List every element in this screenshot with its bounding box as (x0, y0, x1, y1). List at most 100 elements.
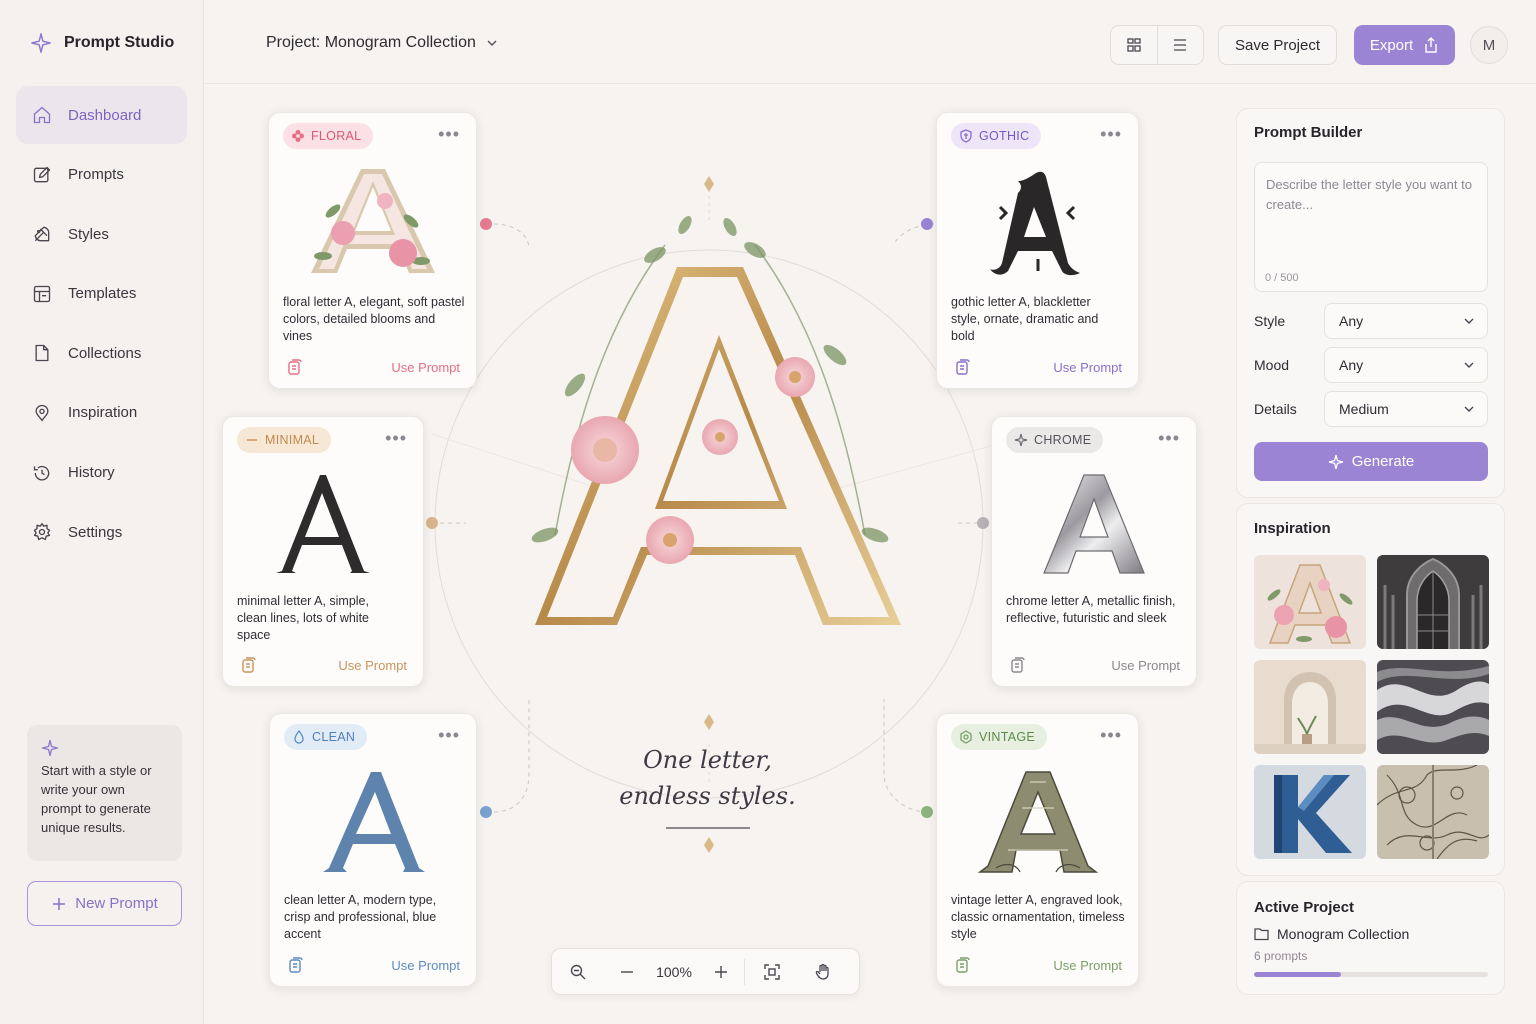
card-description: minimal letter A, simple, clean lines, l… (237, 594, 370, 642)
use-prompt-button[interactable]: Use Prompt (391, 360, 460, 375)
lightbulb-icon (35, 404, 49, 422)
fit-screen-button[interactable] (745, 949, 799, 994)
card-description: floral letter A, elegant, soft pastel co… (283, 295, 465, 343)
inspiration-thumb-floral[interactable] (1254, 555, 1366, 649)
use-prompt-button[interactable]: Use Prompt (1053, 958, 1122, 973)
inspiration-thumb-gothic-arch[interactable] (1377, 555, 1489, 649)
sidebar-item-history[interactable]: History (16, 444, 187, 502)
floral-letter-preview (269, 161, 476, 279)
tag-label: FLORAL (311, 129, 362, 143)
brand[interactable]: Prompt Studio (30, 32, 174, 54)
new-prompt-button[interactable]: New Prompt (27, 881, 182, 926)
copy-icon[interactable] (239, 656, 257, 674)
sidebar-item-label: Styles (68, 225, 109, 243)
chevron-down-icon (1464, 362, 1474, 368)
copy-icon[interactable] (1008, 656, 1026, 674)
pan-tool-button[interactable] (799, 949, 847, 994)
edit-icon (33, 166, 51, 182)
card-description: chrome letter A, metallic finish, reflec… (1006, 594, 1176, 625)
minus-icon (621, 970, 633, 973)
details-label: Details (1254, 401, 1297, 417)
sidebar-item-styles[interactable]: Styles (16, 205, 187, 263)
sidebar-item-dashboard[interactable]: Dashboard (16, 86, 187, 144)
share-icon (1425, 37, 1437, 53)
use-prompt-button[interactable]: Use Prompt (391, 958, 460, 973)
copy-icon[interactable] (953, 358, 971, 376)
inspiration-thumb-engraved[interactable] (1377, 765, 1489, 859)
inspiration-title: Inspiration (1254, 520, 1331, 537)
zoom-level: 100% (656, 963, 692, 980)
more-options-button[interactable]: ••• (1158, 429, 1180, 447)
more-options-button[interactable]: ••• (1100, 125, 1122, 143)
use-prompt-button[interactable]: Use Prompt (338, 658, 407, 673)
avatar[interactable]: M (1470, 26, 1508, 64)
zoom-in-button[interactable] (698, 949, 744, 994)
tag-floral: FLORAL (283, 123, 374, 149)
use-prompt-button[interactable]: Use Prompt (1053, 360, 1122, 375)
copy-icon[interactable] (953, 956, 971, 974)
gear-icon (33, 523, 51, 541)
tag-label: GOTHIC (979, 129, 1030, 143)
plus-icon (715, 965, 727, 978)
generate-button[interactable]: Generate (1254, 442, 1488, 481)
style-card-clean[interactable]: CLEAN ••• clean letter A, modern type, c… (269, 713, 477, 987)
brand-name: Prompt Studio (64, 34, 175, 51)
grid-view-button[interactable] (1111, 26, 1158, 64)
style-select[interactable]: Any (1324, 303, 1488, 339)
style-card-chrome[interactable]: CHROME ••• chrome letter A, metallic fin… (991, 416, 1197, 687)
tagline-line-1: One letter, (643, 746, 772, 774)
more-options-button[interactable]: ••• (385, 429, 407, 447)
more-options-button[interactable]: ••• (1100, 726, 1122, 744)
sidebar-item-inspiration[interactable]: Inspiration (16, 384, 187, 442)
gothic-letter-preview (937, 167, 1138, 279)
clean-letter-preview (270, 770, 476, 876)
copy-icon[interactable] (285, 358, 303, 376)
prompt-input[interactable] (1255, 163, 1487, 263)
shield-icon (960, 129, 972, 143)
droplet-icon (294, 730, 304, 744)
active-project-name[interactable]: Monogram Collection (1254, 926, 1409, 942)
list-icon (1174, 39, 1187, 51)
card-description: gothic letter A, blackletter style, orna… (951, 295, 1099, 343)
project-selector[interactable]: Project: Monogram Collection (266, 34, 498, 52)
inspiration-thumb-blue-k[interactable] (1254, 765, 1366, 859)
tag-label: CLEAN (312, 730, 356, 744)
more-options-button[interactable]: ••• (438, 125, 460, 143)
active-project-title: Active Project (1254, 899, 1355, 916)
chevron-down-icon (487, 40, 497, 46)
more-options-button[interactable]: ••• (438, 726, 460, 744)
inspiration-thumb-alcove[interactable] (1254, 660, 1366, 754)
zoom-fit-button[interactable] (552, 949, 604, 994)
zoom-out-button[interactable] (604, 949, 650, 994)
tip-text: Start with a style or write your own pro… (41, 763, 152, 835)
export-label: Export (1369, 36, 1414, 54)
style-card-minimal[interactable]: MINIMAL ••• minimal letter A, simple, cl… (222, 416, 424, 687)
save-project-button[interactable]: Save Project (1218, 25, 1337, 65)
history-icon (33, 465, 50, 481)
copy-icon[interactable] (286, 956, 304, 974)
sidebar-item-templates[interactable]: Templates (16, 265, 187, 323)
sidebar-item-collections[interactable]: Collections (16, 324, 187, 382)
tag-gothic: GOTHIC (951, 123, 1042, 149)
mood-select-value: Any (1339, 357, 1364, 373)
style-card-gothic[interactable]: GOTHIC ••• gothic letter A, blackletter … (936, 112, 1139, 389)
sidebar-item-settings[interactable]: Settings (16, 503, 187, 561)
home-icon (33, 106, 51, 124)
folder-icon (35, 345, 49, 362)
badge-icon (960, 730, 972, 744)
tagline-line-2: endless styles. (619, 782, 796, 810)
tag-label: VINTAGE (979, 730, 1036, 744)
style-card-floral[interactable]: FLORAL ••• floral letter A, elegant, sof… (268, 112, 477, 389)
card-description: clean letter A, modern type, crisp and p… (284, 893, 437, 941)
sidebar-item-prompts[interactable]: Prompts (16, 146, 187, 204)
list-view-button[interactable] (1158, 26, 1204, 64)
sidebar-nav: Dashboard Prompts Styles Templates Colle… (16, 86, 187, 563)
details-select[interactable]: Medium (1324, 391, 1488, 427)
active-project-panel: Active Project Monogram Collection 6 pro… (1236, 881, 1505, 995)
style-card-vintage[interactable]: VINTAGE ••• vintage letter A, engraved l… (936, 713, 1139, 987)
sidebar-item-label: Dashboard (68, 106, 142, 124)
export-button[interactable]: Export (1354, 25, 1455, 65)
inspiration-thumb-silver[interactable] (1377, 660, 1489, 754)
use-prompt-button[interactable]: Use Prompt (1111, 658, 1180, 673)
mood-select[interactable]: Any (1324, 347, 1488, 383)
